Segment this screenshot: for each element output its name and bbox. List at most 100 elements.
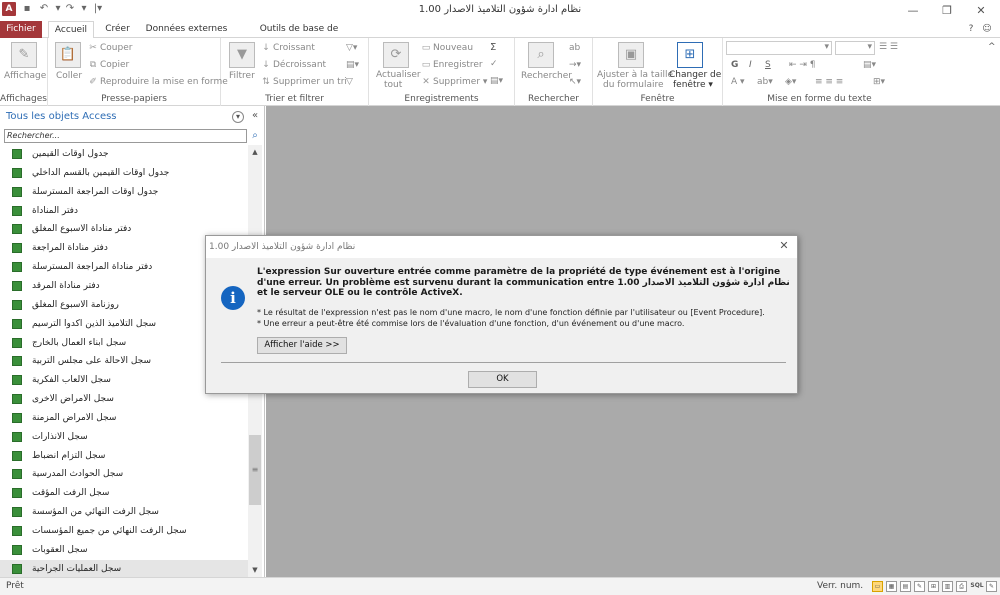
- dialog-close-icon[interactable]: ✕: [777, 239, 791, 253]
- pivot-table-icon[interactable]: ⊞: [928, 581, 939, 592]
- nav-search-input[interactable]: Rechercher...: [4, 129, 247, 143]
- restore-icon[interactable]: ❐: [930, 0, 964, 21]
- cut-button[interactable]: ✂ Couper: [88, 43, 132, 53]
- redo-icon[interactable]: ↷: [64, 3, 76, 15]
- fit-to-form-button[interactable]: Ajuster à la taille: [597, 70, 673, 80]
- nav-table-item[interactable]: سجل التزام انضباط: [0, 447, 248, 466]
- nav-item-label: دفتر مناداة الاسبوع المغلق: [32, 224, 132, 235]
- more-records-icon[interactable]: ▤▾: [490, 76, 503, 86]
- advanced-filter-icon[interactable]: ▤▾: [346, 60, 359, 70]
- sql-view-icon[interactable]: SQL: [970, 581, 984, 592]
- filter-button[interactable]: Filtrer: [229, 71, 255, 81]
- nav-table-item[interactable]: جدول اوقات المراجعة المسترسلة: [0, 183, 248, 202]
- table-icon: [12, 375, 22, 386]
- highlight-icon[interactable]: ab▾: [757, 77, 773, 87]
- tab-file[interactable]: Fichier: [0, 21, 42, 38]
- form-view-icon[interactable]: ▭: [872, 581, 883, 592]
- collapse-ribbon-icon[interactable]: ^: [988, 42, 996, 52]
- nav-table-item[interactable]: سجل الامراض المزمنة: [0, 409, 248, 428]
- tab-create[interactable]: Créer: [100, 21, 135, 38]
- tab-database-tools[interactable]: Outils de base de données: [240, 21, 358, 50]
- undo-dropdown-icon[interactable]: ▾: [52, 3, 64, 15]
- pivot-chart-icon[interactable]: ▥: [942, 581, 953, 592]
- select-icon[interactable]: ↖▾: [569, 77, 581, 87]
- nav-table-item[interactable]: دفتر المناداة: [0, 202, 248, 221]
- nav-table-item[interactable]: سجل العقوبات: [0, 541, 248, 560]
- list-icons[interactable]: ☰ ☰: [879, 42, 898, 52]
- datasheet-view-icon[interactable]: ▦: [886, 581, 897, 592]
- selection-filter-icon[interactable]: ▽▾: [346, 43, 357, 53]
- refresh-icon: ⟳: [383, 42, 409, 68]
- underline-button[interactable]: S: [765, 60, 771, 70]
- print-preview-icon[interactable]: ⎙: [956, 581, 967, 592]
- spelling-icon[interactable]: ✓: [490, 59, 498, 69]
- align-icons[interactable]: ≡ ≡ ≡: [815, 77, 843, 87]
- font-color-icon[interactable]: A ▾: [731, 77, 745, 87]
- indent-icons[interactable]: ⇤ ⇥ ¶: [789, 60, 816, 70]
- tab-home[interactable]: Accueil: [48, 21, 94, 39]
- new-record-button[interactable]: ▭ Nouveau: [421, 43, 473, 53]
- refresh-all-sub[interactable]: tout: [384, 80, 402, 90]
- nav-table-item[interactable]: جدول اوقات القيمين بالقسم الداخلي: [0, 164, 248, 183]
- help-icon[interactable]: ?: [964, 21, 978, 38]
- sort-ascending-button[interactable]: ↓ Croissant: [261, 43, 315, 53]
- layout-view-icon[interactable]: ▤: [900, 581, 911, 592]
- table-icon: [12, 186, 22, 197]
- switch-windows-sub[interactable]: fenêtre ▾: [673, 80, 713, 90]
- redo-dropdown-icon[interactable]: ▾: [78, 3, 90, 15]
- show-help-button[interactable]: Afficher l'aide >>: [257, 337, 347, 354]
- smiley-icon[interactable]: ☺: [980, 21, 994, 38]
- totals-icon[interactable]: Σ: [490, 42, 496, 53]
- nav-table-item[interactable]: سجل الرفت النهائي من المؤسسة: [0, 503, 248, 522]
- nav-table-item[interactable]: سجل الرفت النهائي من جميع المؤسسات: [0, 522, 248, 541]
- save-record-button[interactable]: ▭ Enregistrer: [421, 60, 483, 70]
- access-app-icon[interactable]: A: [2, 2, 16, 16]
- delete-record-button[interactable]: ✕ Supprimer ▾: [421, 77, 487, 87]
- bold-button[interactable]: G: [731, 60, 738, 70]
- fill-color-icon[interactable]: ◈▾: [785, 77, 796, 87]
- save-icon[interactable]: ▪: [21, 3, 33, 15]
- close-window-icon[interactable]: ✕: [964, 0, 998, 21]
- nav-item-label: دفتر المناداة: [32, 205, 78, 216]
- nav-dropdown-icon[interactable]: ▾: [232, 111, 244, 123]
- design-view-icon[interactable]: ✎: [914, 581, 925, 592]
- switch-windows-button[interactable]: Changer de: [669, 70, 721, 80]
- alt-row-color-icon[interactable]: ⊞▾: [873, 77, 885, 87]
- search-icon[interactable]: ⌕: [249, 129, 261, 143]
- scroll-up-icon[interactable]: ▲: [248, 145, 262, 159]
- nav-table-item[interactable]: جدول اوقات القيمين: [0, 145, 248, 164]
- nav-pane-header[interactable]: Tous les objets Access ▾ «: [0, 106, 265, 128]
- paste-button[interactable]: Coller: [56, 71, 82, 81]
- tab-external-data[interactable]: Données externes: [143, 21, 230, 38]
- nav-table-item[interactable]: سجل الرفت المؤقت: [0, 484, 248, 503]
- copy-button[interactable]: ⧉ Copier: [88, 60, 129, 70]
- scroll-down-icon[interactable]: ▼: [248, 563, 262, 577]
- ok-button[interactable]: OK: [468, 371, 537, 388]
- nav-table-item[interactable]: سجل العمليات الجراحية: [0, 559, 248, 577]
- italic-button[interactable]: I: [749, 60, 752, 70]
- scroll-thumb[interactable]: ≡: [249, 435, 261, 505]
- font-family-select[interactable]: ▾: [726, 41, 832, 55]
- customize-qat-icon[interactable]: |▾: [92, 3, 104, 15]
- minimize-icon[interactable]: —: [896, 0, 930, 21]
- nav-table-item[interactable]: سجل الانذارات: [0, 428, 248, 447]
- find-button[interactable]: Rechercher: [521, 71, 572, 81]
- view-button[interactable]: Affichage: [4, 71, 46, 81]
- format-painter-button[interactable]: ✐ Reproduire la mise en forme: [88, 77, 228, 87]
- sort-descending-button[interactable]: ↓ Décroissant: [261, 60, 326, 70]
- nav-item-label: سجل التزام انضباط: [32, 450, 106, 461]
- sort-filter-group: ▼ Filtrer ↓ Croissant ↓ Décroissant ⇅ Suppr…: [221, 38, 369, 106]
- goto-icon[interactable]: →▾: [569, 60, 581, 70]
- table-icon: [12, 337, 22, 348]
- collapse-nav-icon[interactable]: «: [249, 111, 261, 123]
- font-size-select[interactable]: ▾: [835, 41, 875, 55]
- refresh-all-button[interactable]: Actualiser: [376, 70, 421, 80]
- nav-table-item[interactable]: سجل الحوادث المدرسية: [0, 465, 248, 484]
- fit-to-form-sub[interactable]: du formulaire: [603, 80, 664, 90]
- toggle-filter-icon[interactable]: ▽: [346, 77, 353, 87]
- remove-sort-button[interactable]: ⇅ Supprimer un tri: [261, 77, 347, 87]
- gridlines-icon[interactable]: ▤▾: [863, 60, 876, 70]
- replace-icon[interactable]: ab: [569, 43, 580, 53]
- undo-icon[interactable]: ↶: [38, 3, 50, 15]
- other-view-icon[interactable]: ✎: [986, 581, 997, 592]
